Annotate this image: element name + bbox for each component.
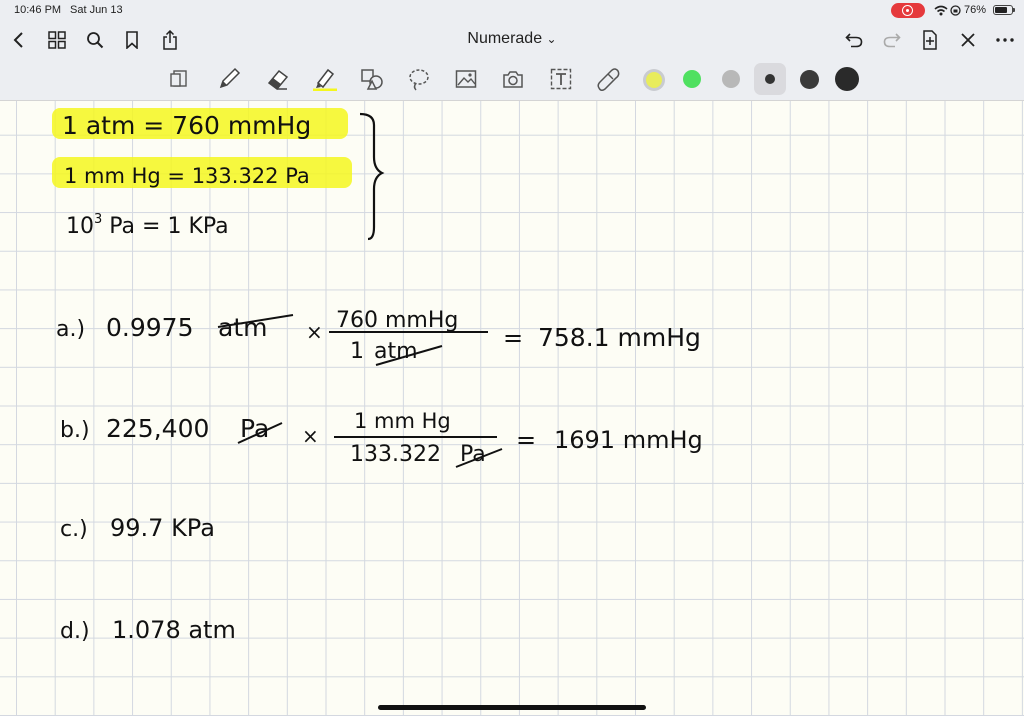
battery-percent: 76% <box>964 4 987 16</box>
document-title-text: Numerade <box>467 30 543 47</box>
screen-recording-icon <box>891 3 925 18</box>
part-a-value: 0.9975 <box>106 313 193 342</box>
conversion-mmhg-pa: 1 mm Hg = 133.322 Pa <box>64 164 310 188</box>
camera-tool[interactable] <box>498 65 528 93</box>
color-swatch-yellow-fill <box>646 72 662 88</box>
conversion-pa-kpa: 103 Pa = 1 KPa <box>66 212 229 239</box>
camera-icon <box>503 71 523 88</box>
stroke-size-medium[interactable] <box>800 70 819 89</box>
image-icon <box>455 70 477 88</box>
tool-bar <box>0 58 1024 101</box>
highlighter-tool[interactable] <box>310 65 340 93</box>
conv3-exponent: 3 <box>94 212 102 227</box>
undo-button[interactable] <box>840 26 868 54</box>
part-a-den-one: 1 <box>350 339 364 364</box>
search-button[interactable] <box>81 26 109 54</box>
eraser-tool[interactable] <box>263 65 293 93</box>
undo-icon <box>845 33 863 48</box>
home-indicator[interactable] <box>378 705 646 710</box>
search-icon <box>87 32 104 49</box>
part-d-value: 1.078 atm <box>112 616 236 644</box>
close-icon <box>961 33 975 47</box>
bookmark-icon <box>126 31 138 49</box>
battery-level <box>995 7 1008 13</box>
part-d-label: d.) <box>60 619 90 644</box>
image-tool[interactable] <box>451 65 481 93</box>
part-a-result: 758.1 mmHg <box>538 323 701 352</box>
pen-icon <box>219 67 241 89</box>
part-a-label: a.) <box>56 317 85 342</box>
part-b-value: 225,400 <box>106 414 209 443</box>
more-icon <box>996 38 1014 42</box>
bookmark-button[interactable] <box>118 26 146 54</box>
lasso-icon <box>409 69 429 91</box>
close-button[interactable] <box>954 26 982 54</box>
part-c-value: 99.7 KPa <box>110 514 215 542</box>
part-a-times: × <box>306 320 323 344</box>
page-view-tool[interactable] <box>164 65 194 93</box>
battery-icon <box>993 5 1015 15</box>
conversion-atm-mmhg: 1 atm = 760 mmHg <box>62 111 311 140</box>
status-time: 10:46 PM <box>14 4 62 16</box>
part-b-unit-cancelled: Pa <box>240 414 269 443</box>
share-button[interactable] <box>156 26 184 54</box>
part-b-numerator: 1 mm Hg <box>354 409 451 433</box>
stroke-size-large[interactable] <box>835 67 859 91</box>
more-button[interactable] <box>991 26 1019 54</box>
chevron-left-icon <box>13 32 23 48</box>
bracket-mark <box>359 112 385 241</box>
redo-button[interactable] <box>878 26 906 54</box>
pen-tool[interactable] <box>214 65 244 93</box>
part-b-label: b.) <box>60 418 90 443</box>
part-a-numerator: 760 mmHg <box>336 308 458 333</box>
eraser-icon <box>267 69 289 91</box>
color-swatch-green[interactable] <box>683 70 701 88</box>
lasso-tool[interactable] <box>404 65 434 93</box>
grid-icon <box>48 31 66 49</box>
part-b-result: 1691 mmHg <box>554 426 703 454</box>
part-b-den-value: 133.322 <box>350 442 441 467</box>
orientation-lock-icon <box>950 5 961 16</box>
part-b-equals: = <box>516 426 536 454</box>
shapes-icon <box>361 69 383 90</box>
status-bar: 10:46 PM Sat Jun 13 76% <box>0 0 1024 22</box>
text-tool[interactable] <box>546 65 576 93</box>
handwriting-layer: 1 atm = 760 mmHg 1 mm Hg = 133.322 Pa 10… <box>52 108 703 644</box>
add-page-icon <box>923 30 937 50</box>
wifi-icon <box>934 5 948 16</box>
part-b-times: × <box>302 424 319 448</box>
document-title[interactable]: Numerade ⌄ <box>412 30 612 48</box>
back-button[interactable] <box>4 26 32 54</box>
part-a-unit-cancelled: atm <box>218 313 267 342</box>
redo-icon <box>883 33 901 48</box>
text-icon <box>550 68 572 90</box>
shapes-tool[interactable] <box>357 65 387 93</box>
part-a-equals: = <box>503 324 523 352</box>
highlighter-icon <box>313 68 337 91</box>
stroke-size-small[interactable] <box>765 74 775 84</box>
status-date: Sat Jun 13 <box>70 4 123 16</box>
color-swatch-gray[interactable] <box>722 70 740 88</box>
tape-icon <box>597 68 620 91</box>
page-view-icon <box>170 70 187 87</box>
share-icon <box>163 30 177 50</box>
navigation-bar: Numerade ⌄ <box>0 22 1024 58</box>
note-canvas[interactable]: 1 atm = 760 mmHg 1 mm Hg = 133.322 Pa 10… <box>0 101 1024 716</box>
conv3-rest: Pa = 1 KPa <box>102 214 228 239</box>
color-swatch-yellow-selected[interactable] <box>643 69 665 91</box>
part-c-label: c.) <box>60 517 88 542</box>
thumbnails-button[interactable] <box>43 26 71 54</box>
conv3-base: 10 <box>66 214 94 239</box>
tape-tool[interactable] <box>593 65 623 93</box>
add-page-button[interactable] <box>916 26 944 54</box>
chevron-down-icon: ⌄ <box>546 32 557 46</box>
